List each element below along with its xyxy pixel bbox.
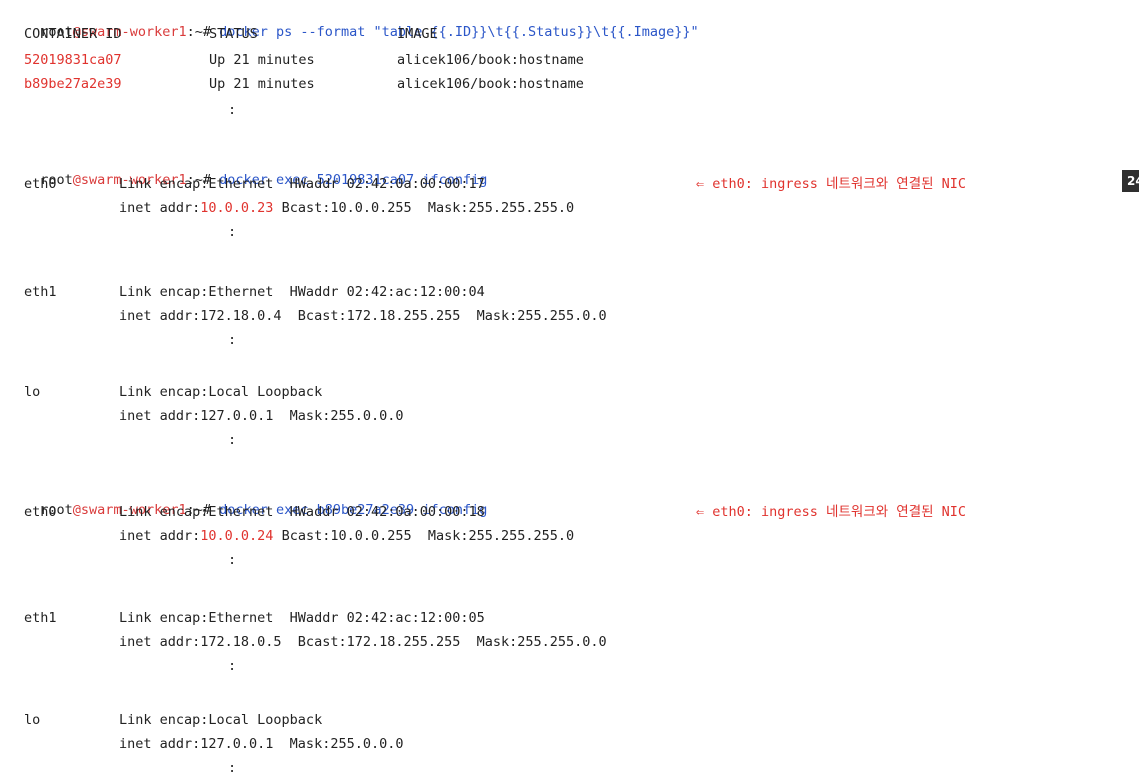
iface-inet: inet addr:172.18.0.5 Bcast:172.18.255.25… <box>119 634 607 650</box>
inet-prefix: inet addr: <box>119 200 201 216</box>
ps-row-id: b89be27a2e39 <box>24 76 122 92</box>
prompt-line-ps: root@swarm-worker1:~# docker ps --format… <box>24 2 699 42</box>
ellipsis: : <box>228 332 237 348</box>
iface-link: Link encap:Local Loopback <box>119 712 323 728</box>
iface-inet: inet addr:127.0.0.1 Mask:255.0.0.0 <box>119 408 404 424</box>
iface-inet: inet addr:127.0.0.1 Mask:255.0.0.0 <box>119 736 404 752</box>
iface-name-eth0: eth0 <box>24 504 57 520</box>
ps-row-status: Up 21 minutes <box>209 76 315 92</box>
ps-header-status: STATUS <box>209 26 258 42</box>
page-number-badge: 24/3 <box>1122 170 1139 192</box>
ellipsis: : <box>228 760 237 776</box>
ellipsis: : <box>228 658 237 674</box>
iface-name-eth1: eth1 <box>24 284 57 300</box>
prompt-at: @ <box>72 172 81 188</box>
iface-link: Link encap:Local Loopback <box>119 384 323 400</box>
prompt-suffix: :~# <box>186 24 211 40</box>
iface-inet: inet addr:172.18.0.4 Bcast:172.18.255.25… <box>119 308 607 324</box>
iface-inet: inet addr:10.0.0.23 Bcast:10.0.0.255 Mas… <box>119 198 574 218</box>
iface-name-eth0: eth0 <box>24 176 57 192</box>
annotation-note: ⇐ eth0: ingress 네트워크와 연결된 NIC <box>696 504 967 520</box>
iface-name-eth1: eth1 <box>24 610 57 626</box>
ps-header-image: IMAGE <box>397 26 438 42</box>
iface-link: Link encap:Ethernet HWaddr 02:42:0a:00:0… <box>119 176 485 192</box>
inet-addr-highlight: 10.0.0.23 <box>200 200 274 216</box>
inet-rest: Bcast:10.0.0.255 Mask:255.255.255.0 <box>273 200 575 216</box>
inet-prefix: inet addr: <box>119 528 201 544</box>
inet-rest: Bcast:10.0.0.255 Mask:255.255.255.0 <box>273 528 575 544</box>
ps-header-id: CONTAINER ID <box>24 26 122 42</box>
inet-addr-highlight: 10.0.0.24 <box>200 528 274 544</box>
ellipsis: : <box>228 102 237 118</box>
prompt-at: @ <box>72 502 81 518</box>
ps-row-id: 52019831ca07 <box>24 52 122 68</box>
iface-link: Link encap:Ethernet HWaddr 02:42:ac:12:0… <box>119 610 485 626</box>
iface-link: Link encap:Ethernet HWaddr 02:42:0a:00:0… <box>119 504 485 520</box>
iface-inet: inet addr:10.0.0.24 Bcast:10.0.0.255 Mas… <box>119 526 574 546</box>
ps-row-image: alicek106/book:hostname <box>397 52 584 68</box>
annotation-note: ⇐ eth0: ingress 네트워크와 연결된 NIC <box>696 176 967 192</box>
ellipsis: : <box>228 224 237 240</box>
iface-link: Link encap:Ethernet HWaddr 02:42:ac:12:0… <box>119 284 485 300</box>
iface-name-lo: lo <box>24 384 41 400</box>
ellipsis: : <box>228 432 237 448</box>
ellipsis: : <box>228 552 237 568</box>
ps-command: docker ps --format "table {{.ID}}\t{{.St… <box>219 24 699 40</box>
ps-row-image: alicek106/book:hostname <box>397 76 584 92</box>
iface-name-lo: lo <box>24 712 41 728</box>
ps-row-status: Up 21 minutes <box>209 52 315 68</box>
